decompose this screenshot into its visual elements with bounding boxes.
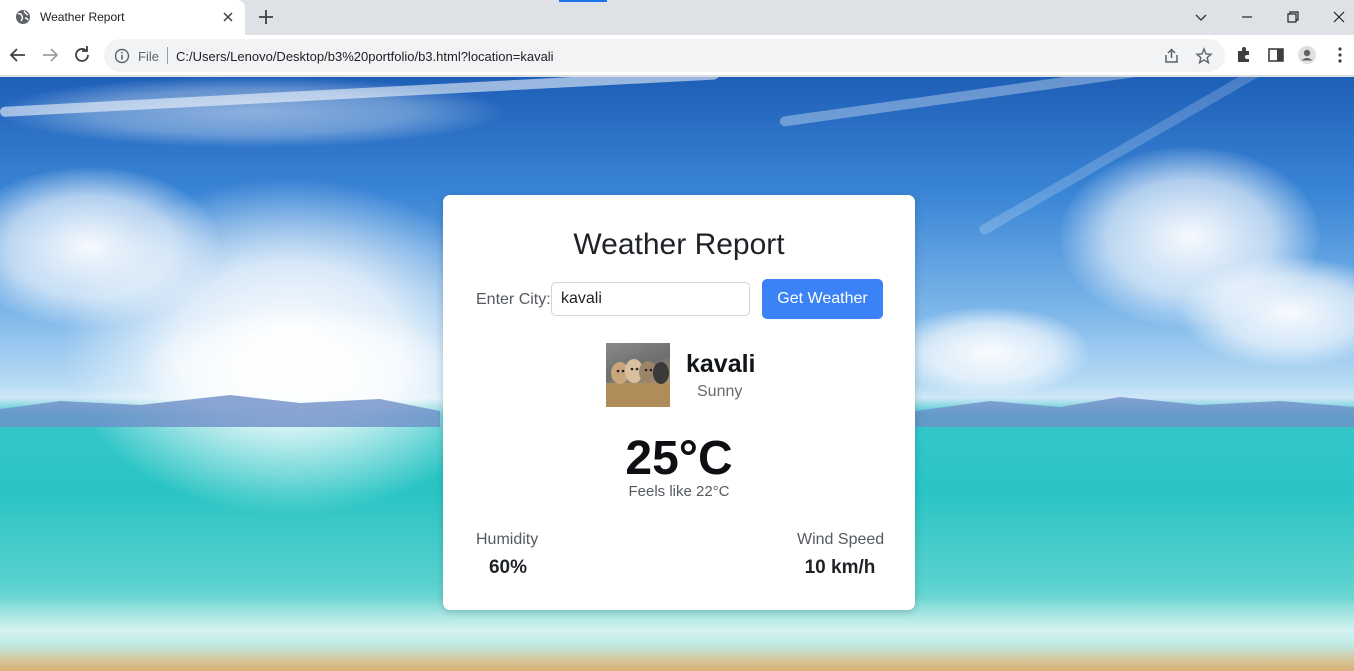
reload-icon[interactable] (71, 44, 93, 66)
page-title: Weather Report (573, 228, 785, 261)
weather-icon-image (606, 343, 670, 407)
weather-condition: Sunny (697, 383, 743, 400)
scheme-label: File (138, 49, 159, 64)
restore-icon[interactable] (1281, 5, 1305, 29)
globe-icon (16, 10, 30, 24)
wind-speed-label: Wind Speed (797, 531, 885, 548)
city-name: kavali (686, 350, 756, 378)
star-icon[interactable] (1195, 47, 1213, 65)
temperature: 25°C (625, 432, 733, 485)
side-panel-icon[interactable] (1266, 45, 1286, 65)
city-label: Enter City: (476, 291, 551, 308)
share-icon[interactable] (1163, 47, 1181, 65)
address-divider (167, 47, 168, 64)
tab-activity-indicator (559, 0, 607, 2)
close-icon[interactable] (219, 8, 237, 26)
url-text[interactable]: C:/Users/Lenovo/Desktop/b3%20portfolio/b… (176, 49, 554, 64)
city-input[interactable] (551, 282, 750, 316)
forward-arrow-icon[interactable] (39, 44, 61, 66)
info-icon[interactable] (114, 48, 130, 64)
tab-title: Weather Report (40, 10, 125, 24)
get-weather-button[interactable]: Get Weather (762, 279, 883, 319)
back-arrow-icon[interactable] (7, 44, 29, 66)
plus-icon[interactable] (256, 7, 276, 27)
kebab-menu-icon[interactable] (1330, 45, 1350, 65)
page-viewport: Weather Report Enter City: Get Weather k… (0, 77, 1354, 671)
minimize-icon[interactable] (1235, 5, 1259, 29)
browser-toolbar: File C:/Users/Lenovo/Desktop/b3%20portfo… (0, 35, 1354, 76)
close-window-icon[interactable] (1327, 5, 1351, 29)
profile-icon[interactable] (1297, 45, 1317, 65)
humidity-value: 60% (488, 557, 528, 578)
tab-strip: Weather Report (0, 0, 1354, 35)
chevron-down-icon[interactable] (1189, 5, 1213, 29)
extensions-icon[interactable] (1234, 45, 1254, 65)
browser-tab[interactable]: Weather Report (0, 0, 245, 35)
wind-speed-value: 10 km/h (804, 557, 876, 578)
weather-card: Weather Report Enter City: Get Weather k… (443, 195, 915, 610)
feels-like: Feels like 22°C (628, 483, 730, 500)
humidity-label: Humidity (476, 531, 539, 548)
address-bar[interactable]: File C:/Users/Lenovo/Desktop/b3%20portfo… (104, 39, 1225, 72)
